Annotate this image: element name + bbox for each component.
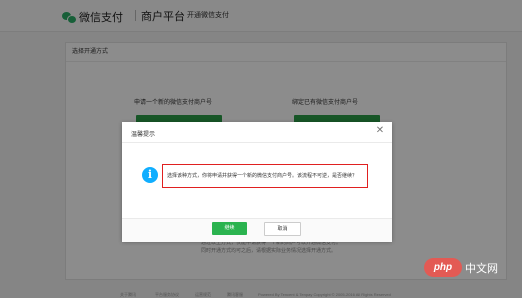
site-watermark: php 中文网	[424, 258, 498, 277]
dialog-footer: 继续 取消	[122, 218, 392, 242]
info-icon: i	[142, 167, 158, 183]
dialog-title: 温馨提示	[131, 132, 156, 138]
continue-button[interactable]: 继续	[212, 222, 247, 235]
confirm-dialog: 温馨提示 ✕ i 选择该种方式，你将申请并获得一个新的微信支付商户号。该流程不可…	[122, 122, 392, 242]
watermark-php-logo: php	[424, 258, 462, 277]
dialog-message: 选择该种方式，你将申请并获得一个新的微信支付商户号。该流程不可逆，是否继续？	[167, 173, 358, 179]
dialog-header: 温馨提示 ✕	[122, 122, 392, 143]
cancel-button[interactable]: 取消	[264, 222, 301, 236]
watermark-site-name: 中文网	[465, 262, 498, 275]
close-icon[interactable]: ✕	[374, 125, 386, 137]
message-highlight: 选择该种方式，你将申请并获得一个新的微信支付商户号。该流程不可逆，是否继续？	[162, 164, 368, 188]
